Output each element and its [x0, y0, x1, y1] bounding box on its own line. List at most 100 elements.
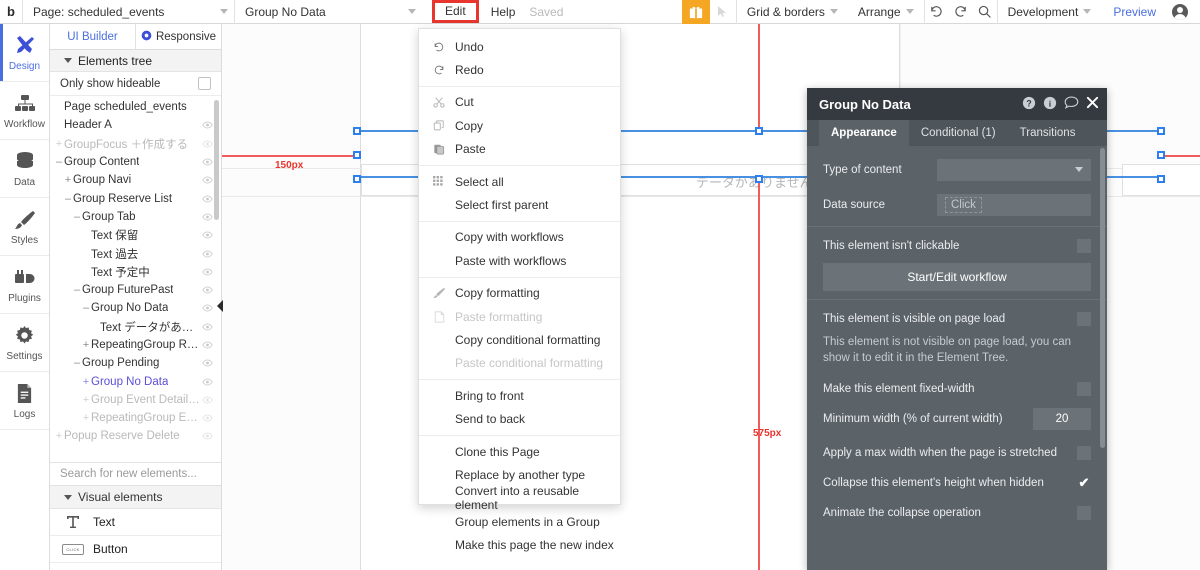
element-selector[interactable]: Group No Data	[234, 0, 422, 24]
selection-handle-bottom-left[interactable]	[353, 175, 361, 183]
context-menu-item[interactable]: Redo	[419, 58, 620, 81]
visible-on-load-checkbox[interactable]	[1077, 312, 1091, 326]
collapse-height-checkbox[interactable]: ✔	[1077, 475, 1091, 490]
context-menu-item[interactable]: Convert into a reusable element	[419, 484, 620, 512]
collapse-icon[interactable]: –	[72, 357, 82, 369]
avatar[interactable]	[1172, 3, 1188, 20]
tree-node[interactable]: + Group Navi	[50, 171, 221, 189]
tree-node[interactable]: – Group Tab	[50, 208, 221, 226]
context-menu-item[interactable]: Paste with workflows	[419, 249, 620, 272]
eye-icon[interactable]	[202, 304, 213, 312]
collapse-icon[interactable]: –	[72, 211, 82, 223]
max-width-checkbox[interactable]	[1077, 446, 1091, 460]
tree-node[interactable]: Page scheduled_events	[50, 98, 221, 116]
rail-item-settings[interactable]: Settings	[0, 314, 49, 372]
eye-icon[interactable]	[202, 323, 213, 331]
type-of-content-dropdown[interactable]	[937, 158, 1091, 181]
eye-icon[interactable]	[202, 268, 213, 276]
edit-menu-button[interactable]: Edit	[432, 0, 479, 23]
context-menu-item[interactable]: Select first parent	[419, 193, 620, 216]
tab-responsive[interactable]: Responsive	[135, 24, 221, 49]
tree-node[interactable]: – Group Content	[50, 153, 221, 171]
eye-icon[interactable]	[202, 378, 213, 386]
property-panel-scrollbar[interactable]	[1100, 148, 1105, 448]
not-clickable-row[interactable]: This element isn't clickable	[807, 231, 1107, 261]
only-show-hideable-row[interactable]: Only show hideable	[50, 72, 221, 96]
eye-icon[interactable]	[202, 414, 213, 422]
rail-item-workflow[interactable]: Workflow	[0, 82, 49, 140]
search-new-elements-input[interactable]: Search for new elements...	[50, 462, 221, 486]
selection-handle-top-left[interactable]	[353, 127, 361, 135]
max-width-row[interactable]: Apply a max width when the page is stret…	[807, 438, 1107, 468]
expand-icon[interactable]: +	[81, 339, 91, 351]
tree-node[interactable]: – Group No Data	[50, 299, 221, 317]
eye-icon[interactable]	[202, 432, 213, 440]
selection-handle-mid-left[interactable]	[353, 151, 361, 159]
version-menu[interactable]: Development	[998, 0, 1102, 24]
min-width-input[interactable]: 20	[1033, 408, 1091, 430]
tree-scrollbar[interactable]	[214, 100, 219, 220]
preview-button[interactable]: Preview	[1101, 5, 1168, 19]
tree-node[interactable]: + RepeatingGroup Event	[50, 409, 221, 427]
eye-icon[interactable]	[202, 359, 213, 367]
eye-icon[interactable]	[202, 250, 213, 258]
expand-icon[interactable]: +	[81, 376, 91, 388]
eye-icon[interactable]	[202, 158, 213, 166]
only-show-hideable-checkbox[interactable]	[198, 77, 211, 90]
tree-node[interactable]: Text 予定中	[50, 263, 221, 281]
search-icon[interactable]	[973, 0, 997, 24]
start-edit-workflow-button[interactable]: Start/Edit workflow	[823, 263, 1091, 291]
context-menu-item[interactable]: Undo	[419, 35, 620, 58]
info-icon[interactable]: i	[1043, 96, 1057, 113]
expand-icon[interactable]: +	[54, 138, 64, 150]
selection-handle-mid-right[interactable]	[1157, 151, 1165, 159]
fixed-width-row[interactable]: Make this element fixed-width	[807, 374, 1107, 404]
context-menu-item[interactable]: Group elements in a Group	[419, 510, 620, 533]
context-menu-item[interactable]: Bring to front	[419, 384, 620, 407]
collapse-icon[interactable]: –	[54, 156, 64, 168]
tree-node[interactable]: + Group Event Detail Day	[50, 391, 221, 409]
redo-icon[interactable]	[949, 0, 973, 24]
tree-node[interactable]: + GroupFocus ＋作成する	[50, 135, 221, 153]
rail-item-data[interactable]: Data	[0, 140, 49, 198]
palette-item-icon[interactable]: Icon	[50, 563, 221, 570]
help-menu-button[interactable]: Help	[491, 5, 516, 19]
question-icon[interactable]: ?	[1022, 96, 1036, 113]
rail-item-design[interactable]: Design	[0, 24, 49, 82]
close-icon[interactable]	[1086, 96, 1099, 112]
eye-icon[interactable]	[202, 341, 213, 349]
context-menu-item[interactable]: Replace by another type	[419, 463, 620, 486]
expand-icon[interactable]: +	[63, 174, 73, 186]
tab-transitions[interactable]: Transitions	[1008, 120, 1088, 146]
animate-collapse-checkbox[interactable]	[1077, 506, 1091, 520]
collapse-height-row[interactable]: Collapse this element's height when hidd…	[807, 468, 1107, 498]
eye-icon[interactable]	[202, 213, 213, 221]
panel-collapse-handle[interactable]	[216, 298, 224, 314]
eye-icon[interactable]	[202, 176, 213, 184]
gift-icon[interactable]	[681, 0, 710, 24]
eye-icon[interactable]	[202, 140, 213, 148]
visual-elements-header[interactable]: Visual elements	[50, 486, 221, 509]
expand-icon[interactable]: +	[54, 430, 64, 442]
palette-item-button[interactable]: CLICK Button	[50, 536, 221, 563]
expand-icon[interactable]: +	[81, 412, 91, 424]
fixed-width-checkbox[interactable]	[1077, 382, 1091, 396]
tree-node[interactable]: +RepeatingGroup Rese...	[50, 336, 221, 354]
not-clickable-checkbox[interactable]	[1077, 239, 1091, 253]
context-menu-item[interactable]: Select all	[419, 170, 620, 193]
collapse-icon[interactable]: –	[81, 302, 91, 314]
tab-conditional[interactable]: Conditional (1)	[909, 120, 1008, 146]
context-menu-item[interactable]: Copy	[419, 114, 620, 137]
grid-borders-menu[interactable]: Grid & borders	[737, 0, 848, 24]
context-menu-item[interactable]: Make this page the new index	[419, 533, 620, 556]
eye-icon[interactable]	[202, 121, 213, 129]
tree-node[interactable]: – Group Reserve List	[50, 189, 221, 207]
cursor-icon[interactable]	[710, 0, 736, 24]
visible-on-load-row[interactable]: This element is visible on page load	[807, 304, 1107, 334]
rail-item-plugins[interactable]: Plugins	[0, 256, 49, 314]
context-menu-item[interactable]: Paste	[419, 138, 620, 161]
page-selector[interactable]: Page: scheduled_events	[22, 0, 234, 24]
selection-handle-top-center[interactable]	[755, 127, 763, 135]
elements-tree-header[interactable]: Elements tree	[50, 50, 221, 72]
tree-node[interactable]: + Group No Data	[50, 372, 221, 390]
